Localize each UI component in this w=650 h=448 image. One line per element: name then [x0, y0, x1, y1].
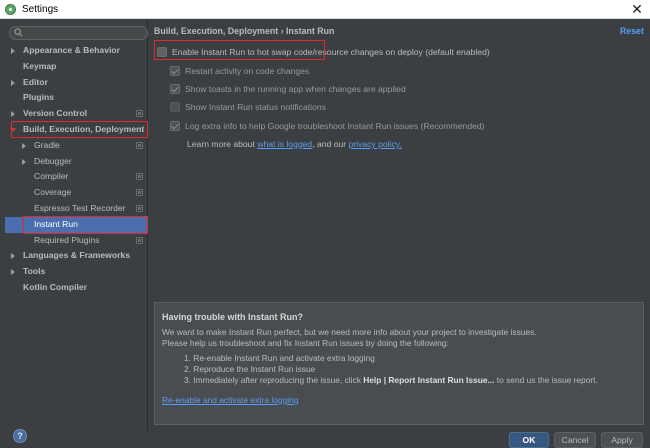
project-settings-icon	[136, 189, 143, 197]
chevron-right-icon[interactable]	[9, 252, 17, 260]
sidebar-item-appearance-behavior[interactable]: Appearance & Behavior	[5, 43, 148, 59]
search-box[interactable]	[9, 26, 148, 40]
privacy-policy-link[interactable]: privacy policy.	[349, 139, 402, 149]
help-title: Having trouble with Instant Run?	[162, 312, 303, 322]
sidebar-item-label: Plugins	[23, 92, 55, 103]
sidebar-item-debugger[interactable]: Debugger	[5, 154, 148, 170]
title-bar: Settings ✕	[0, 0, 650, 19]
sidebar-item-gradle[interactable]: Gradle	[5, 138, 148, 154]
reset-link[interactable]: Reset	[620, 26, 644, 36]
checkbox[interactable]	[170, 121, 180, 131]
sidebar-item-instant-run[interactable]: Instant Run	[5, 216, 148, 233]
learn-prefix: Learn more about	[187, 139, 258, 149]
instant-run-help-panel: Having trouble with Instant Run? We want…	[154, 302, 644, 425]
sidebar-item-espresso-test-recorder[interactable]: Espresso Test Recorder	[5, 201, 148, 217]
close-icon[interactable]: ✕	[630, 1, 644, 17]
android-studio-icon	[5, 4, 16, 15]
sidebar-item-label: Editor	[23, 76, 48, 87]
step3-suffix: to send us the issue report.	[494, 375, 598, 385]
help-step-3: 3. Immediately after reproducing the iss…	[184, 375, 598, 385]
ok-button[interactable]: OK	[509, 432, 549, 448]
project-settings-icon	[136, 110, 143, 118]
sidebar-item-label: Kotlin Compiler	[23, 281, 87, 292]
reenable-logging-link[interactable]: Re-enable and activate extra logging	[162, 395, 298, 405]
chevron-right-icon[interactable]	[9, 268, 17, 276]
project-settings-icon	[136, 141, 143, 149]
cancel-button[interactable]: Cancel	[554, 432, 596, 448]
chevron-right-icon[interactable]	[20, 142, 28, 150]
sidebar-item-kotlin-compiler[interactable]: Kotlin Compiler	[5, 280, 148, 296]
help-button[interactable]: ?	[13, 429, 27, 443]
chevron-right-icon[interactable]	[9, 79, 17, 87]
sidebar-item-editor[interactable]: Editor	[5, 75, 148, 91]
chevron-down-icon[interactable]	[9, 126, 17, 134]
learn-middle: , and our	[312, 139, 349, 149]
sidebar-item-label: Appearance & Behavior	[23, 45, 120, 55]
sidebar-item-build-execution-deployment[interactable]: Build, Execution, Deployment	[5, 122, 148, 138]
sidebar-item-label: Tools	[23, 266, 46, 277]
settings-content: Build, Execution, Deployment › Instant R…	[149, 19, 650, 431]
option-label: Enable Instant Run to hot swap code/reso…	[172, 47, 490, 57]
chevron-right-icon[interactable]	[9, 110, 17, 118]
sidebar-item-label: Espresso Test Recorder	[34, 202, 126, 213]
settings-sidebar: Appearance & Behavior Keymap Editor Plugins…	[5, 19, 148, 431]
option-label: Restart activity on code changes	[185, 66, 310, 76]
checkbox[interactable]	[170, 102, 180, 112]
project-settings-icon	[136, 236, 143, 244]
sidebar-item-tools[interactable]: Tools	[5, 264, 148, 280]
checkbox[interactable]	[170, 66, 180, 76]
breadcrumb: Build, Execution, Deployment › Instant R…	[154, 26, 335, 36]
option-label: Show Instant Run status notifications	[185, 102, 326, 112]
learn-more-text: Learn more about what is logged, and our…	[187, 139, 402, 149]
sidebar-item-plugins[interactable]: Plugins	[5, 90, 148, 106]
search-input[interactable]	[26, 27, 144, 39]
sidebar-item-version-control[interactable]: Version Control	[5, 106, 148, 122]
help-step-2: 2. Reproduce the Instant Run issue	[184, 364, 316, 374]
sidebar-item-label: Version Control	[23, 108, 87, 119]
sidebar-item-label: Required Plugins	[34, 234, 100, 245]
chevron-right-icon[interactable]	[9, 47, 17, 55]
option-label: Show toasts in the running app when chan…	[185, 84, 406, 94]
step3-prefix: 3. Immediately after reproducing the iss…	[184, 375, 364, 385]
chevron-right-icon[interactable]	[20, 158, 28, 166]
sidebar-item-label: Debugger	[34, 155, 72, 166]
sidebar-item-label: Compiler	[34, 171, 69, 182]
sidebar-item-label: Keymap	[23, 60, 57, 71]
project-settings-icon	[136, 173, 143, 181]
sidebar-item-label: Coverage	[34, 187, 72, 198]
sidebar-item-keymap[interactable]: Keymap	[5, 59, 148, 75]
help-line-1: We want to make Instant Run perfect, but…	[162, 327, 537, 337]
sidebar-item-coverage[interactable]: Coverage	[5, 185, 148, 201]
sidebar-item-compiler[interactable]: Compiler	[5, 169, 148, 185]
what-is-logged-link[interactable]: what is logged	[257, 139, 312, 149]
step3-menu-path: Help | Report Instant Run Issue...	[363, 375, 495, 385]
search-icon	[14, 28, 23, 37]
checkbox[interactable]	[157, 47, 167, 57]
sidebar-item-label: Build, Execution, Deployment	[23, 123, 145, 134]
project-settings-icon	[136, 204, 143, 212]
option-label: Log extra info to help Google troublesho…	[185, 121, 485, 131]
sidebar-item-label: Gradle	[34, 139, 60, 150]
checkbox[interactable]	[170, 84, 180, 94]
settings-tree: Appearance & Behavior Keymap Editor Plugins…	[5, 43, 148, 296]
sidebar-item-languages-frameworks[interactable]: Languages & Frameworks	[5, 248, 148, 264]
sidebar-item-label: Instant Run	[34, 218, 78, 229]
sidebar-item-required-plugins[interactable]: Required Plugins	[5, 233, 148, 249]
dialog-button-bar: ? OK Cancel Apply	[0, 429, 650, 448]
window-title: Settings	[22, 4, 59, 15]
help-step-1: 1. Re-enable Instant Run and activate ex…	[184, 353, 375, 363]
apply-button[interactable]: Apply	[601, 432, 643, 448]
help-line-2: Please help us troubleshoot and fix Inst…	[162, 338, 449, 348]
sidebar-item-label: Languages & Frameworks	[23, 250, 130, 261]
